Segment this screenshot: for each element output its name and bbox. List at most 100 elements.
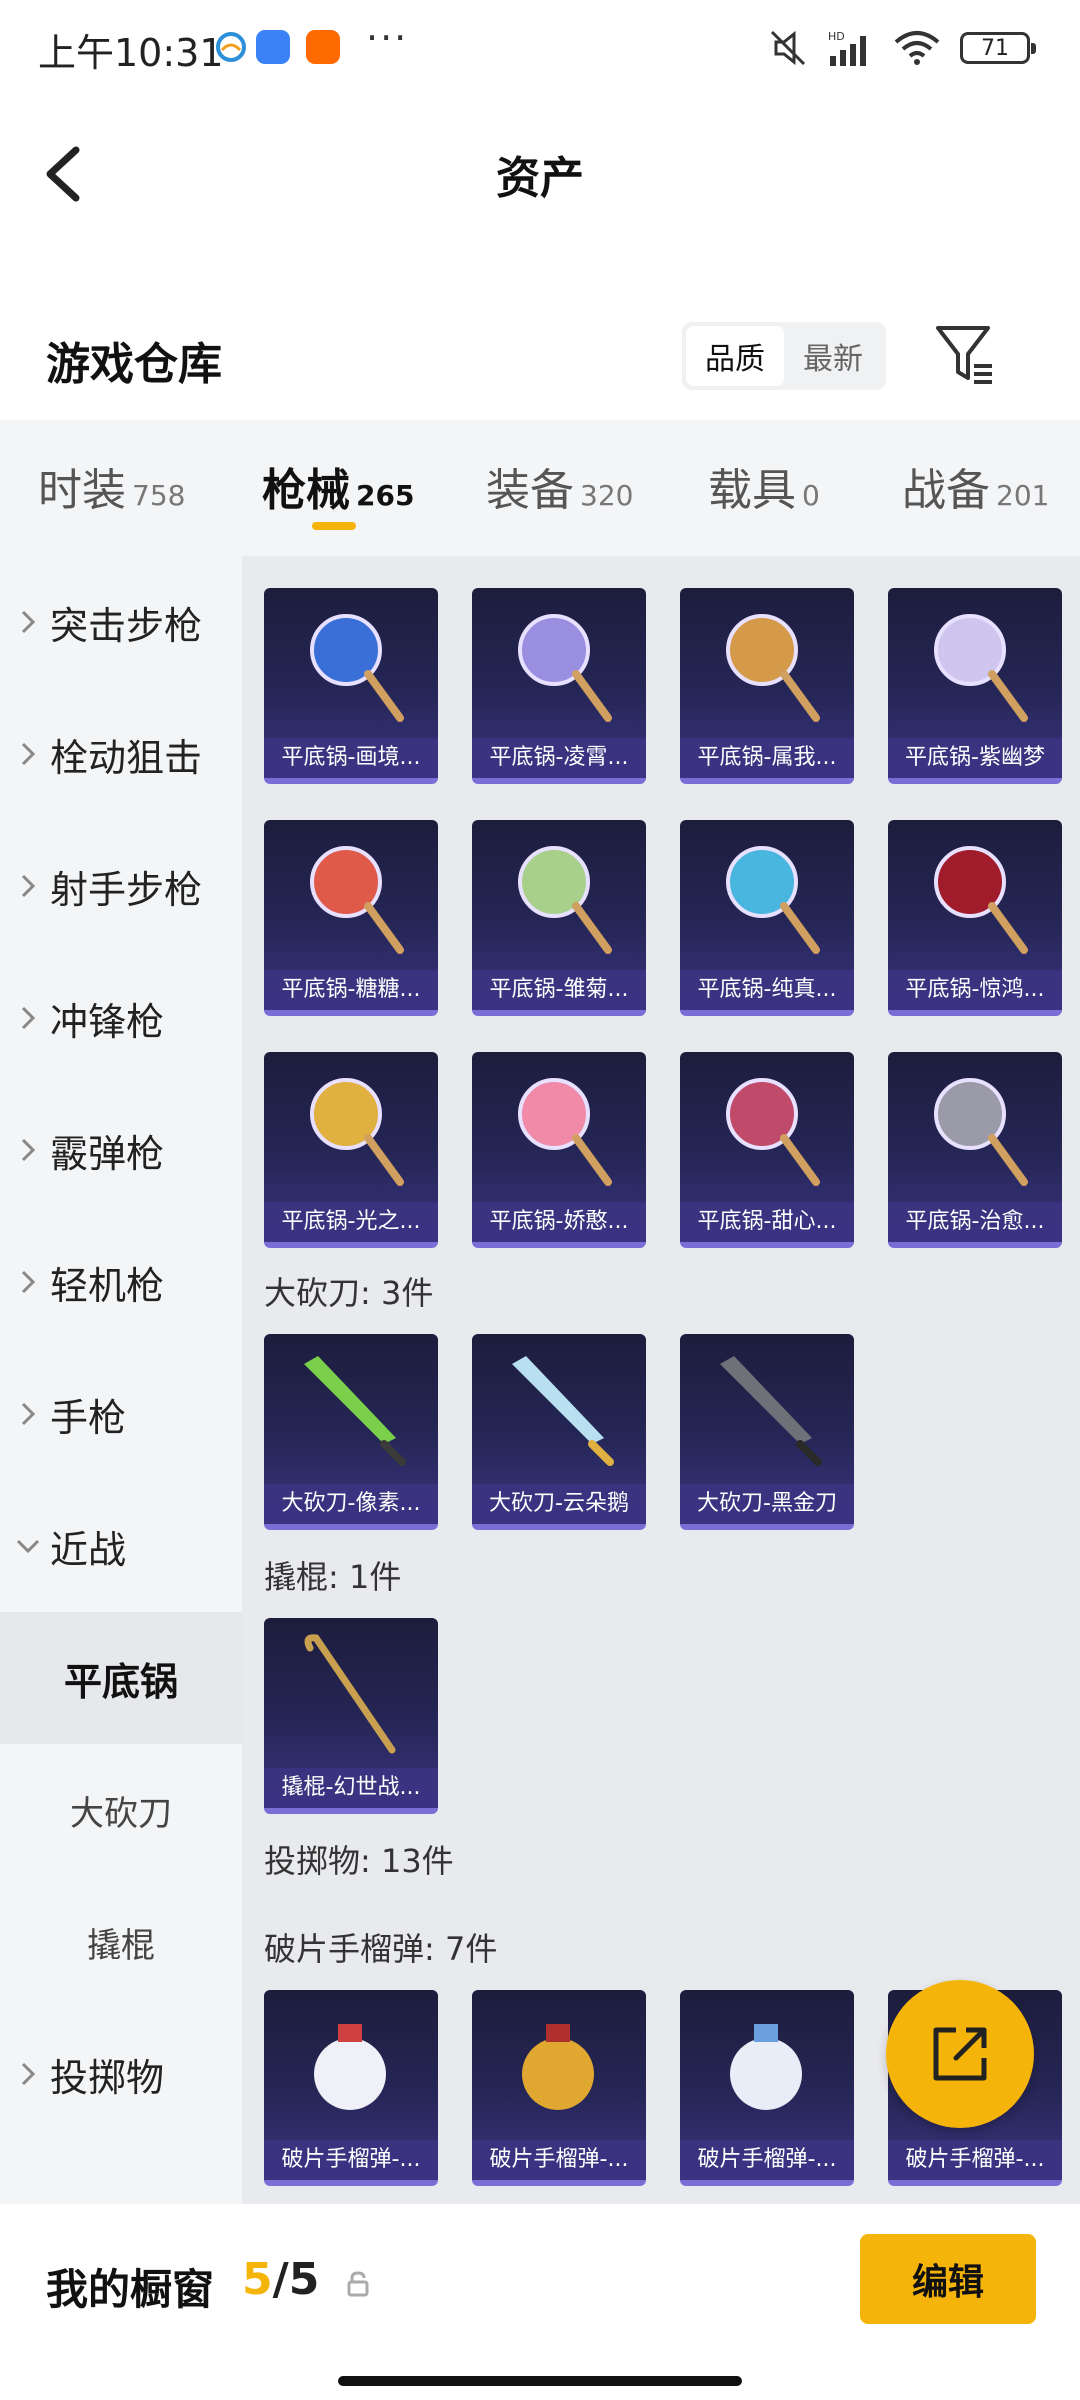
mute-icon [770,30,806,66]
sidebar-item-smg[interactable]: 冲锋枪 [0,952,242,1084]
wifi-icon [894,31,940,65]
item-card[interactable]: 平底锅-糖糖... [264,820,438,1016]
item-card[interactable]: 平底锅-画境... [264,588,438,784]
item-card[interactable]: 破片手榴弹-... [264,1990,438,2186]
sidebar-item-assault-rifle[interactable]: 突击步枪 [0,556,242,688]
sidebar-item-shotgun[interactable]: 霰弹枪 [0,1084,242,1216]
showcase-count-separator: / [272,2254,289,2305]
pan-item-image [310,1078,404,1186]
showcase-count: 5/5 [242,2254,319,2305]
sidebar-item-lmg[interactable]: 轻机枪 [0,1216,242,1348]
item-name: 平底锅-画境... [264,738,438,778]
pan-item-image [934,846,1028,954]
item-card[interactable]: 平底锅-娇憨... [472,1052,646,1248]
item-name: 平底锅-甜心... [680,1202,854,1242]
svg-text:HD: HD [828,30,845,43]
category-tabs: 时装 758 枪械 265 装备 320 载具 0 战备 201 [0,420,1080,556]
status-time: 上午10:31 [38,31,224,75]
sidebar-subitem-machete[interactable]: 大砍刀 [0,1744,242,1876]
wallet-app-icon [256,30,290,64]
item-card[interactable]: 破片手榴弹-... [680,1990,854,2186]
home-indicator[interactable] [338,2376,742,2386]
item-card[interactable]: 大砍刀-云朵鹅 [472,1334,646,1530]
chevron-right-icon [0,1269,50,1295]
chevron-right-icon [0,1137,50,1163]
item-name: 大砍刀-像素... [264,1484,438,1524]
mi-app-icon [306,30,340,64]
active-tab-indicator [312,522,356,530]
item-name: 破片手榴弹-... [264,2140,438,2180]
filter-button[interactable] [934,322,996,388]
network-app-icon [216,32,246,62]
edit-button[interactable]: 编辑 [860,2234,1036,2324]
tab-vehicles[interactable]: 载具 0 [708,454,820,518]
item-card[interactable]: 平底锅-甜心... [680,1052,854,1248]
group-title-throwables: 投掷物: 13件 [264,1842,454,1880]
more-notifications-icon: ··· [366,16,409,60]
item-name: 平底锅-雏菊... [472,970,646,1010]
signal-icon: HD [828,30,866,66]
share-button[interactable] [886,1980,1034,2128]
sidebar-subitem-crowbar[interactable]: 撬棍 [0,1876,242,2008]
chevron-right-icon [0,873,50,899]
item-card[interactable]: 平底锅-纯真... [680,820,854,1016]
item-name: 破片手榴弹-... [472,2140,646,2180]
item-card[interactable]: 撬棍-幻世战... [264,1618,438,1814]
tab-supplies[interactable]: 战备 201 [902,454,1049,518]
item-name: 平底锅-治愈... [888,1202,1062,1242]
showcase-count-total: 5 [288,2254,320,2305]
item-grid: 平底锅-画境... 平底锅-凌霄... 平底锅-属我... 平底锅-紫幽梦 平底… [242,556,1080,2204]
pan-item-image [518,1078,612,1186]
item-name: 平底锅-紫幽梦 [888,738,1062,778]
item-name: 大砍刀-黑金刀 [680,1484,854,1524]
tab-equipment[interactable]: 装备 320 [486,454,633,518]
pan-item-image [726,846,820,954]
item-name: 破片手榴弹-... [680,2140,854,2180]
group-title-crowbar: 撬棍: 1件 [264,1558,402,1596]
item-name: 平底锅-光之... [264,1202,438,1242]
page-title: 资产 [496,153,584,204]
sidebar-subitem-pan[interactable]: 平底锅 [0,1612,242,1744]
tab-fashion[interactable]: 时装 758 [38,454,185,518]
chevron-right-icon [0,1005,50,1031]
group-title-frag-grenade: 破片手榴弹: 7件 [264,1930,498,1968]
pan-item-image [726,614,820,722]
item-card[interactable]: 破片手榴弹-... [472,1990,646,2186]
item-card[interactable]: 大砍刀-像素... [264,1334,438,1530]
item-card[interactable]: 平底锅-紫幽梦 [888,588,1062,784]
item-name: 撬棍-幻世战... [264,1768,438,1808]
share-external-icon [933,2027,987,2081]
sidebar-item-throwables[interactable]: 投掷物 [0,2008,242,2140]
chevron-right-icon [0,609,50,635]
chevron-right-icon [0,2061,50,2087]
machete-item-image [512,1356,614,1466]
sort-quality-button[interactable]: 品质 [686,326,784,386]
item-card[interactable]: 平底锅-雏菊... [472,820,646,1016]
sidebar-item-marksman-rifle[interactable]: 射手步枪 [0,820,242,952]
tab-firearms[interactable]: 枪械 265 [262,454,414,518]
showcase-bar: 我的橱窗 5/5 编辑 [0,2204,1080,2400]
item-name: 破片手榴弹-... [888,2140,1062,2180]
item-card[interactable]: 平底锅-治愈... [888,1052,1062,1248]
item-card[interactable]: 平底锅-凌霄... [472,588,646,784]
item-card[interactable]: 平底锅-属我... [680,588,854,784]
chevron-right-icon [0,741,50,767]
item-name: 平底锅-纯真... [680,970,854,1010]
item-card[interactable]: 大砍刀-黑金刀 [680,1334,854,1530]
showcase-count-current: 5 [242,2254,273,2305]
item-name: 大砍刀-云朵鹅 [472,1484,646,1524]
filter-icon [936,326,992,384]
sidebar-item-pistol[interactable]: 手枪 [0,1348,242,1480]
sidebar-item-bolt-sniper[interactable]: 栓动狙击 [0,688,242,820]
pan-item-image [934,614,1028,722]
item-card[interactable]: 平底锅-光之... [264,1052,438,1248]
pan-item-image [518,614,612,722]
weapon-category-sidebar: 突击步枪 栓动狙击 射手步枪 冲锋枪 霰弹枪 轻机枪 手枪 近战 平底锅 大砍刀… [0,556,242,2204]
machete-item-image [304,1356,406,1466]
pan-item-image [310,614,404,722]
item-card[interactable]: 平底锅-惊鸿... [888,820,1062,1016]
sidebar-item-melee[interactable]: 近战 [0,1480,242,1612]
sort-newest-button[interactable]: 最新 [784,326,882,386]
grenade-item-image [730,2024,802,2110]
item-name: 平底锅-糖糖... [264,970,438,1010]
